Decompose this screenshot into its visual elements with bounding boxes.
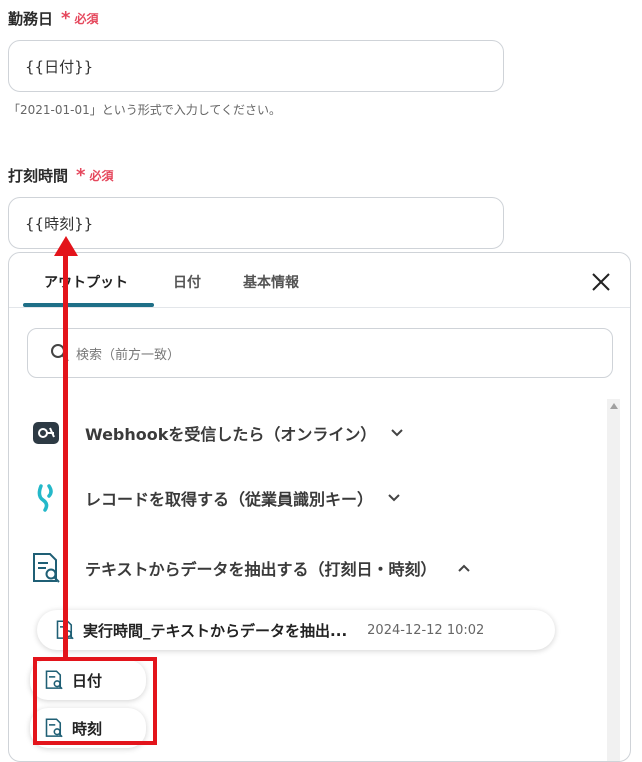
annotation-highlight-box xyxy=(33,657,157,745)
webhook-icon xyxy=(29,416,63,450)
tab-date[interactable]: 日付 xyxy=(173,272,201,292)
close-icon[interactable] xyxy=(590,271,612,293)
search-input[interactable]: 検索（前方一致） xyxy=(27,328,613,378)
tab-output[interactable]: アウトプット xyxy=(44,272,128,292)
item-label: テキストからデータを抽出する（打刻日・時刻） xyxy=(85,560,437,579)
output-item-webhook[interactable]: Webhookを受信したら（オンライン） xyxy=(29,416,404,450)
output-item-extract-text[interactable]: テキストからデータを抽出する（打刻日・時刻） xyxy=(29,551,471,585)
input-value: {{日付}} xyxy=(25,57,94,76)
chevron-up-icon[interactable] xyxy=(457,563,471,573)
label-text: 打刻時間 xyxy=(8,167,69,185)
annotation-arrow-head xyxy=(54,236,78,256)
item-label: Webhookを受信したら（オンライン） xyxy=(85,425,377,444)
format-hint: 「2021-01-01」という形式で入力してください。 xyxy=(8,103,282,117)
field-label-work-date: 勤務日 * 必須 xyxy=(8,8,98,29)
required-asterisk: * xyxy=(61,7,71,29)
document-search-icon xyxy=(29,551,63,585)
active-tab-indicator xyxy=(23,303,154,307)
item-label: レコードを取得する（従業員識別キー） xyxy=(85,490,374,509)
label-text: 勤務日 xyxy=(8,10,54,28)
required-badge: 必須 xyxy=(74,12,99,26)
scrollbar[interactable] xyxy=(607,399,620,761)
annotation-arrow-line xyxy=(63,252,68,657)
work-date-input[interactable]: {{日付}} xyxy=(8,40,504,92)
tab-bar: アウトプット 日付 基本情報 xyxy=(9,253,630,308)
output-card-date: 2024-12-12 10:02 xyxy=(367,622,485,638)
required-asterisk: * xyxy=(76,164,86,186)
output-item-get-record[interactable]: レコードを取得する（従業員識別キー） xyxy=(29,481,401,515)
input-value: {{時刻}} xyxy=(25,214,94,233)
kintone-icon xyxy=(29,481,63,515)
tab-basic-info[interactable]: 基本情報 xyxy=(243,272,299,292)
field-label-punch-time: 打刻時間 * 必須 xyxy=(8,165,113,186)
output-card[interactable]: 実行時間_テキストからデータを抽出... 2024-12-12 10:02 xyxy=(37,610,555,650)
chevron-down-icon[interactable] xyxy=(390,428,404,438)
chevron-down-icon[interactable] xyxy=(387,493,401,503)
scroll-up-icon[interactable] xyxy=(610,403,618,409)
output-card-title: 実行時間_テキストからデータを抽出... xyxy=(83,621,348,640)
search-placeholder: 検索（前方一致） xyxy=(76,347,181,363)
required-badge: 必須 xyxy=(89,169,114,183)
punch-time-input[interactable]: {{時刻}} xyxy=(8,197,504,249)
